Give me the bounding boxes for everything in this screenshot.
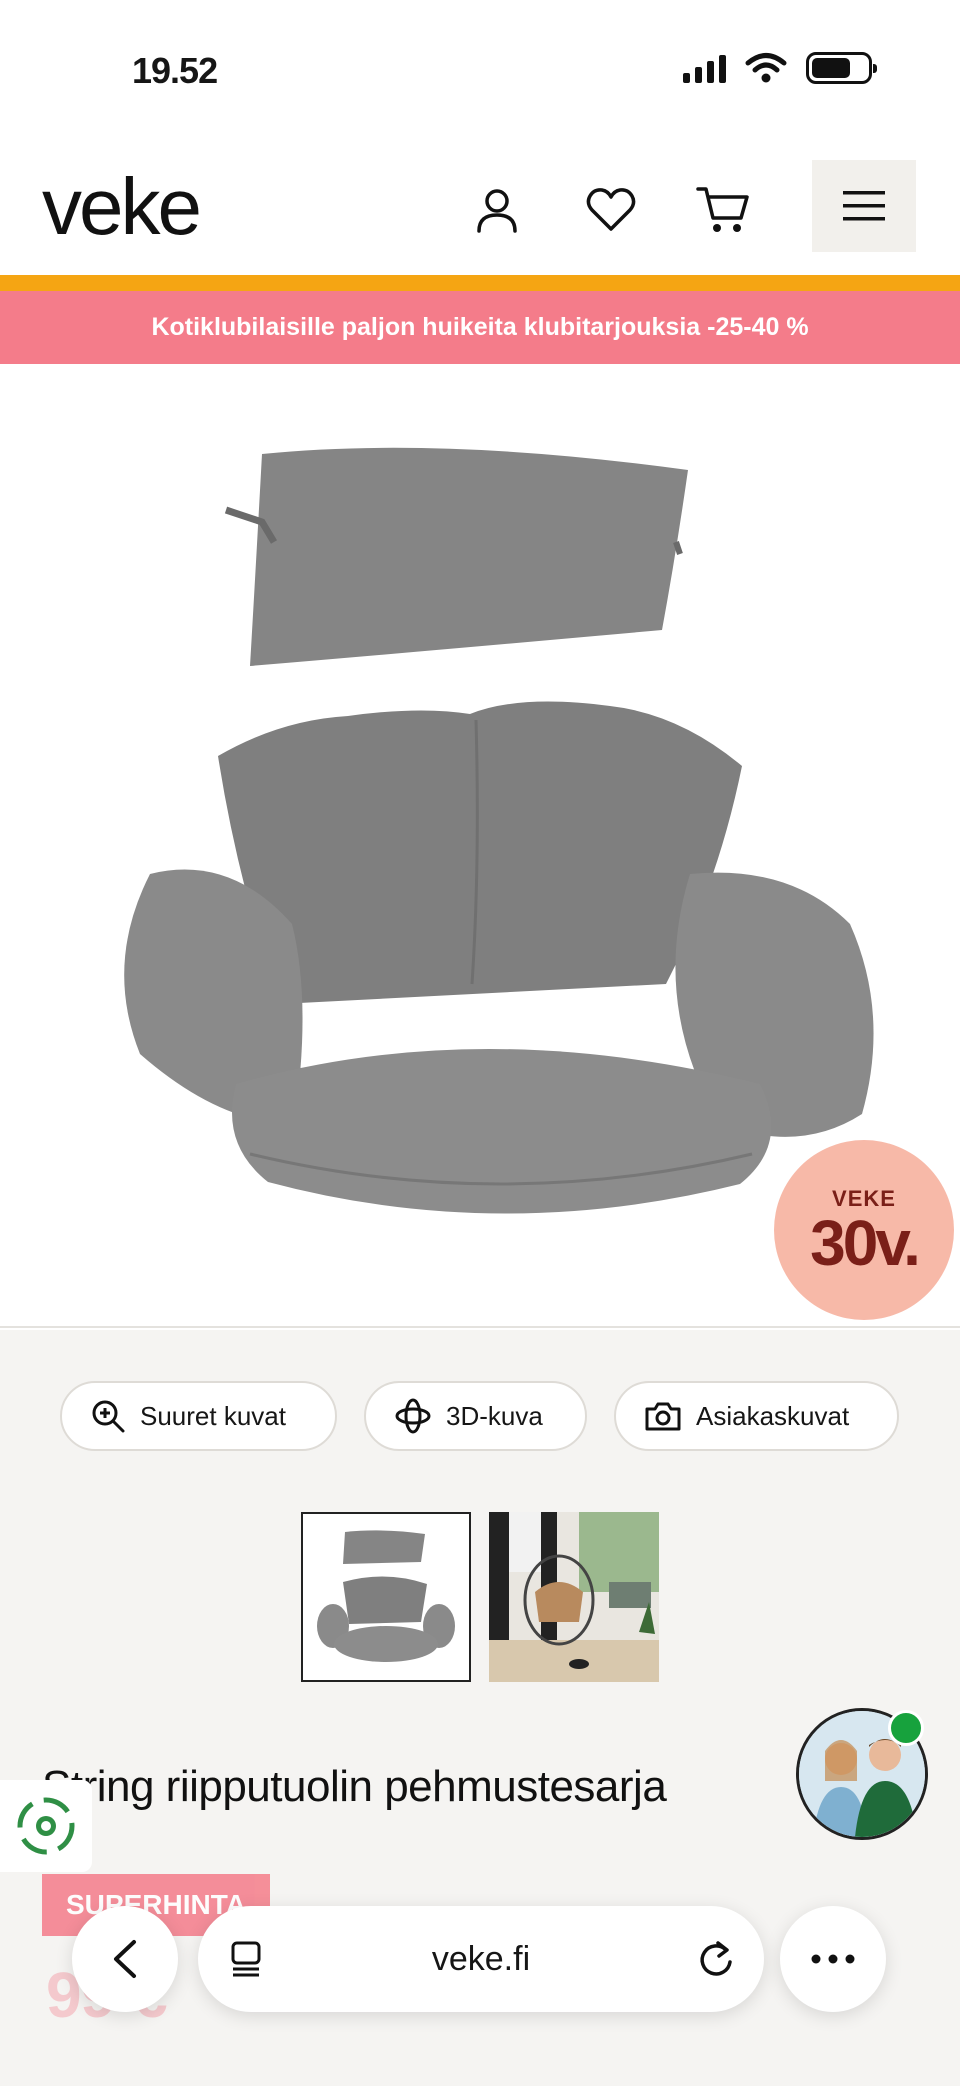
large-images-label: Suuret kuvat: [140, 1400, 286, 1431]
status-bar: 19.52: [0, 0, 960, 140]
sustainability-widget[interactable]: [0, 1780, 92, 1872]
wifi-icon: [745, 53, 787, 83]
cart-icon[interactable]: [688, 175, 758, 245]
chevron-left-icon: [114, 1940, 136, 1978]
url-text: veke.fi: [431, 1939, 531, 1978]
thumbnail-cushion-set[interactable]: [301, 1512, 471, 1682]
badge-years: 30v.: [810, 1207, 921, 1279]
back-button[interactable]: [72, 1906, 178, 2012]
thumbnail-hanging-chair[interactable]: [489, 1512, 659, 1682]
promo-banner[interactable]: Kotiklubilaisille paljon huikeita klubit…: [0, 291, 960, 364]
menu-button[interactable]: [812, 160, 916, 252]
battery-icon: [806, 52, 877, 84]
large-images-button[interactable]: Suuret kuvat: [60, 1381, 337, 1451]
veke-logo[interactable]: veke: [42, 162, 202, 252]
anniversary-badge: VEKE 30v.: [774, 1140, 954, 1320]
view-3d-button[interactable]: 3D-kuva: [364, 1381, 587, 1451]
online-status-indicator: [888, 1710, 924, 1746]
product-title: String riipputuolin pehmustesarja: [42, 1762, 667, 1811]
account-icon[interactable]: [462, 175, 532, 245]
zoom-in-icon: [92, 1400, 125, 1433]
more-dots-icon: [811, 1954, 855, 1964]
customer-images-label: Asiakaskuvat: [696, 1400, 850, 1431]
reload-icon[interactable]: [696, 1938, 736, 1980]
accent-stripe: [0, 275, 960, 291]
more-options-button[interactable]: [780, 1906, 886, 2012]
3d-rotate-icon: [395, 1398, 431, 1434]
view-3d-label: 3D-kuva: [446, 1400, 543, 1431]
address-bar[interactable]: veke.fi: [198, 1906, 764, 2012]
heart-icon[interactable]: [576, 175, 646, 245]
site-header: veke: [0, 140, 960, 275]
status-time: 19.52: [132, 50, 218, 91]
customer-images-button[interactable]: Asiakaskuvat: [614, 1381, 899, 1451]
status-icons: [683, 52, 877, 84]
camera-icon: [645, 1402, 681, 1431]
recycle-icon: [17, 1797, 75, 1855]
hamburger-menu-icon: [843, 191, 885, 221]
cellular-signal-icon: [683, 53, 726, 83]
